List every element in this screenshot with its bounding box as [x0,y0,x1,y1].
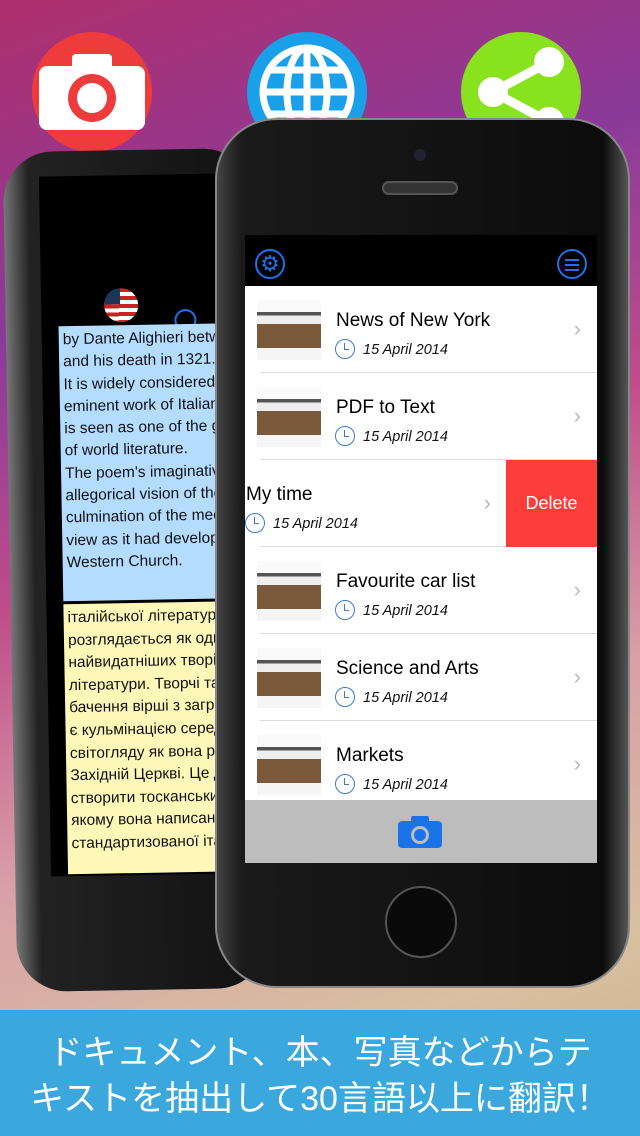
document-thumbnail [257,387,321,447]
document-thumbnail [257,735,321,795]
source-line: view as it had develop [66,529,219,549]
item-title: News of New York [336,310,491,331]
caption-band: ドキュメント、本、写真などからテ キストを抽出して30言語以上に翻訳！ [0,1010,640,1136]
item-date: 15 April 2014 [363,429,448,445]
chevron-right-icon: › [573,403,581,428]
translated-line: стандартизованої іта [71,832,223,853]
translated-line: літератури. Творчі та [68,674,220,694]
chevron-right-icon: › [573,751,581,776]
clock-icon [335,600,355,620]
clock-icon [335,339,355,359]
document-thumbnail [257,300,321,360]
camera-icon [39,54,145,130]
item-date: 15 April 2014 [363,603,448,619]
source-line: culmination of the mec [65,506,222,527]
translated-line: якому вона написана [71,809,225,830]
left-phone-screen: by Dante Alighieri betw and his death in … [38,173,232,877]
list-item[interactable]: News of New York 15 April 2014 › [245,286,597,373]
translated-line: Західній Церкві. Це д [70,764,223,785]
item-date: 15 April 2014 [273,516,358,532]
clock-icon [335,426,355,446]
chevron-right-icon: › [573,316,581,341]
us-flag-icon [103,287,139,323]
source-line: It is widely considered [63,373,216,393]
menu-icon[interactable] [557,249,587,279]
caption-line-2: キストを抽出して30言語以上に翻訳！ [30,1080,610,1118]
clock-icon [335,687,355,707]
item-title: Science and Arts [336,658,479,679]
item-date: 15 April 2014 [363,777,448,793]
chevron-right-icon: › [483,490,491,515]
document-thumbnail [257,561,321,621]
item-date: 15 April 2014 [363,690,448,706]
source-line: and his death in 1321. [62,350,216,371]
home-button[interactable] [385,886,457,958]
item-title: My time [246,484,313,505]
item-title: PDF to Text [336,397,435,418]
source-line: allegorical vision of the [65,484,223,505]
chevron-right-icon: › [573,577,581,602]
bottom-toolbar [245,800,597,863]
translated-line: італійської літератури [67,606,225,627]
camera-feature-badge [32,32,152,152]
camera-icon[interactable] [397,815,443,849]
list-item[interactable]: Science and Arts 15 April 2014 › [245,634,597,721]
list-item[interactable]: Favourite car list 15 April 2014 › [245,547,597,634]
translated-line: створити тосканськи [70,787,219,807]
speaker-grille [382,181,458,195]
clock-icon [335,774,355,794]
settings-gear-icon[interactable]: ⚙ [255,249,285,279]
translated-line: є кульмінацією серед [69,719,224,740]
translated-text-panel: італійської літератури розглядається як о… [63,601,232,875]
delete-button[interactable]: Delete [506,460,597,547]
source-line: by Dante Alighieri betw [62,328,221,349]
camera-lens [414,149,426,161]
translated-line: розглядається як оди [67,629,222,649]
translated-line: світогляду як вона ро [69,742,224,762]
source-text-panel: by Dante Alighieri betw and his death in … [58,323,232,602]
list-item[interactable]: My time 15 April 2014 › Delete [245,460,597,547]
source-line: is seen as one of the g [64,417,221,438]
item-title: Favourite car list [336,571,476,592]
caption-line-1: ドキュメント、本、写真などからテ [48,1034,592,1072]
source-line: Western Church. [66,552,183,572]
clock-icon [245,513,265,533]
source-line: eminent work of Italian [63,395,220,416]
list-item[interactable]: PDF to Text 15 April 2014 › [245,373,597,460]
source-line: The poem's imaginativ [64,462,220,482]
translated-line: бачення вірші з загро [69,696,224,717]
list-item[interactable]: Markets 15 April 2014 › [245,721,597,808]
item-title: Markets [336,745,404,766]
app-screen: ⚙ News of New York 15 April 2014 › PDF t… [245,235,597,863]
document-thumbnail [257,648,321,708]
chevron-right-icon: › [573,664,581,689]
item-date: 15 April 2014 [363,342,448,358]
translated-line: найвидатніших творів [68,651,225,672]
source-line: of world literature. [64,440,189,460]
